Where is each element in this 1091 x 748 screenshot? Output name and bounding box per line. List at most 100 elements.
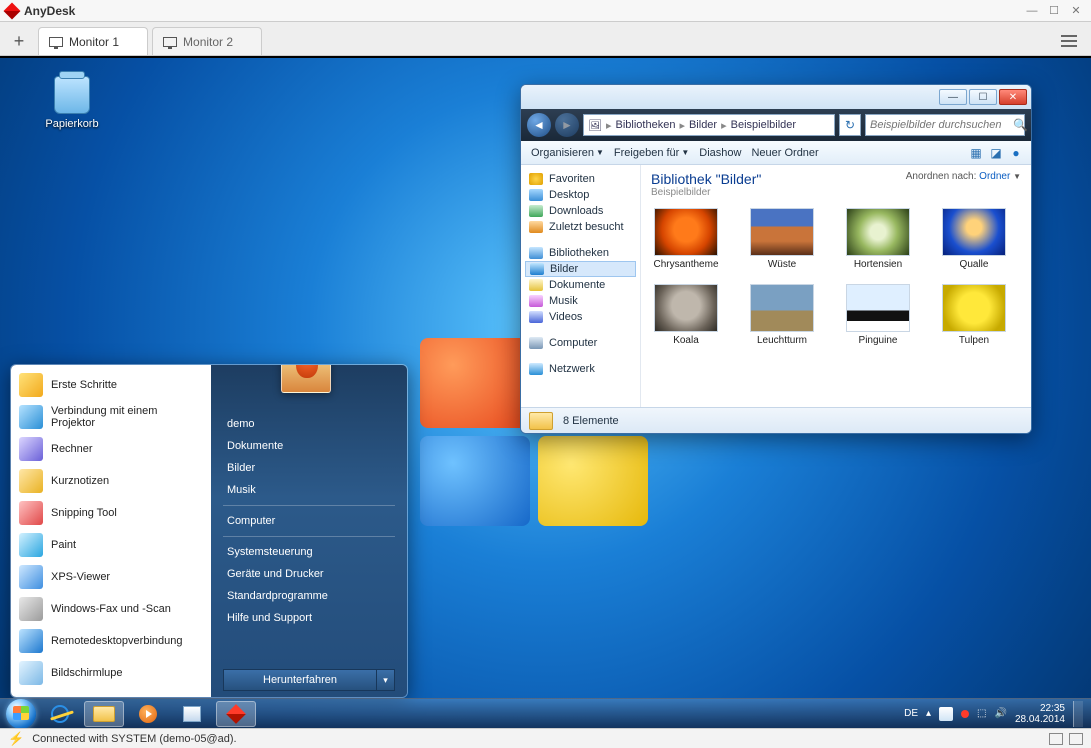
program-icon: [19, 597, 43, 621]
start-menu-item[interactable]: Paint: [11, 529, 211, 561]
sidebar-item-videos[interactable]: Videos: [521, 309, 640, 325]
start-menu-item[interactable]: Rechner: [11, 433, 211, 465]
places-link[interactable]: Bilder: [223, 457, 395, 479]
shutdown-button[interactable]: Herunterfahren: [223, 669, 377, 691]
connection-status: Connected with SYSTEM (demo-05@ad).: [32, 733, 236, 745]
places-link[interactable]: Standardprogramme: [223, 585, 395, 607]
file-item[interactable]: Hortensien: [843, 208, 913, 270]
thumbnail: [654, 208, 718, 256]
file-item[interactable]: Leuchtturm: [747, 284, 817, 346]
sidebar-libraries-header[interactable]: Bibliotheken: [521, 245, 640, 261]
sidebar-item-dokumente[interactable]: Dokumente: [521, 277, 640, 293]
taskbar-item-media-player[interactable]: [128, 701, 168, 727]
start-menu-item[interactable]: Kurznotizen: [11, 465, 211, 497]
sidebar-item-desktop[interactable]: Desktop: [521, 187, 640, 203]
organize-button[interactable]: Organisieren▼: [527, 147, 608, 159]
minimize-button[interactable]: —: [939, 89, 967, 105]
breadcrumb-item[interactable]: Beispielbilder: [731, 119, 796, 131]
preview-pane-button[interactable]: ◪: [987, 145, 1005, 161]
file-label: Pinguine: [859, 335, 898, 346]
menu-button[interactable]: [1055, 27, 1083, 55]
remote-desktop[interactable]: Papierkorb Erste Schritte Verbindung mit…: [0, 56, 1091, 728]
shutdown-options-button[interactable]: ▾: [377, 669, 395, 691]
places-link[interactable]: Musik: [223, 479, 395, 501]
clock[interactable]: 22:35 28.04.2014: [1015, 703, 1065, 725]
slideshow-button[interactable]: Diashow: [695, 147, 745, 159]
anydesk-tab-bar: + Monitor 1 Monitor 2: [0, 22, 1091, 56]
new-tab-button[interactable]: +: [4, 27, 34, 55]
tray-chevron-icon[interactable]: ▴: [926, 708, 931, 719]
file-item[interactable]: Qualle: [939, 208, 1009, 270]
view-button[interactable]: ▦: [967, 145, 985, 161]
maximize-button[interactable]: ☐: [969, 89, 997, 105]
file-item[interactable]: Chrysantheme: [651, 208, 721, 270]
action-center-icon[interactable]: [939, 707, 953, 721]
language-indicator[interactable]: DE: [904, 708, 918, 719]
start-menu-item[interactable]: Windows-Fax und -Scan: [11, 593, 211, 625]
minimize-button[interactable]: —: [1023, 4, 1041, 18]
tray-anydesk-icon[interactable]: [961, 710, 969, 718]
file-item[interactable]: Koala: [651, 284, 721, 346]
status-action-2[interactable]: [1069, 733, 1083, 745]
close-button[interactable]: ✕: [999, 89, 1027, 105]
desktop-icon-recycle-bin[interactable]: Papierkorb: [40, 76, 104, 130]
forward-button[interactable]: ►: [555, 113, 579, 137]
sidebar-item-computer[interactable]: Computer: [521, 335, 640, 351]
places-link[interactable]: Systemsteuerung: [223, 541, 395, 563]
sidebar-item-musik[interactable]: Musik: [521, 293, 640, 309]
user-name-link[interactable]: demo: [223, 413, 395, 435]
breadcrumb[interactable]: 🖼 ▸ Bibliotheken ▸ Bilder ▸ Beispielbild…: [583, 114, 835, 136]
tab-monitor-2[interactable]: Monitor 2: [152, 27, 262, 55]
explorer-search[interactable]: 🔍: [865, 114, 1025, 136]
sidebar-favorites-header[interactable]: Favoriten: [521, 171, 640, 187]
volume-icon[interactable]: 🔊: [994, 708, 1006, 719]
network-icon[interactable]: ⬚: [977, 708, 986, 719]
explorer-content[interactable]: Bibliothek "Bilder" Beispielbilder Anord…: [641, 165, 1031, 407]
app-icon: [183, 706, 201, 722]
start-button[interactable]: [6, 699, 36, 729]
places-link[interactable]: Geräte und Drucker: [223, 563, 395, 585]
sort-by[interactable]: Anordnen nach: Ordner ▼: [906, 171, 1021, 182]
explorer-window[interactable]: — ☐ ✕ ◄ ► 🖼 ▸ Bibliotheken ▸ Bilder ▸ Be…: [520, 84, 1032, 434]
start-menu-item[interactable]: Erste Schritte: [11, 369, 211, 401]
breadcrumb-item[interactable]: Bilder: [689, 119, 717, 131]
sidebar-item-recent[interactable]: Zuletzt besucht: [521, 219, 640, 235]
start-menu-item[interactable]: Remotedesktopverbindung: [11, 625, 211, 657]
start-menu-item[interactable]: XPS-Viewer: [11, 561, 211, 593]
places-link[interactable]: Dokumente: [223, 435, 395, 457]
places-link[interactable]: Computer: [223, 510, 395, 532]
start-menu-item[interactable]: Snipping Tool: [11, 497, 211, 529]
taskbar-item-generic[interactable]: [172, 701, 212, 727]
places-link[interactable]: Hilfe und Support: [223, 607, 395, 629]
file-item[interactable]: Wüste: [747, 208, 817, 270]
sidebar-item-bilder[interactable]: Bilder: [525, 261, 636, 277]
breadcrumb-item[interactable]: Bibliotheken: [616, 119, 676, 131]
user-picture[interactable]: [281, 364, 331, 393]
sidebar-item-network[interactable]: Netzwerk: [521, 361, 640, 377]
back-button[interactable]: ◄: [527, 113, 551, 137]
new-folder-button[interactable]: Neuer Ordner: [747, 147, 822, 159]
file-item[interactable]: Pinguine: [843, 284, 913, 346]
explorer-titlebar[interactable]: — ☐ ✕: [521, 85, 1031, 109]
refresh-button[interactable]: ↻: [839, 114, 861, 136]
recycle-bin-icon: [54, 76, 90, 114]
start-menu-item[interactable]: Bildschirmlupe: [11, 657, 211, 689]
close-button[interactable]: ✕: [1067, 4, 1085, 18]
search-input[interactable]: [870, 119, 1013, 131]
show-desktop-button[interactable]: [1073, 701, 1083, 727]
status-action-1[interactable]: [1049, 733, 1063, 745]
help-button[interactable]: ●: [1007, 145, 1025, 161]
sidebar-item-downloads[interactable]: Downloads: [521, 203, 640, 219]
share-button[interactable]: Freigeben für▼: [610, 147, 693, 159]
taskbar-item-explorer[interactable]: [84, 701, 124, 727]
taskbar-item-ie[interactable]: [40, 701, 80, 727]
maximize-button[interactable]: ☐: [1045, 4, 1063, 18]
explorer-toolbar: Organisieren▼ Freigeben für▼ Diashow Neu…: [521, 141, 1031, 165]
file-item[interactable]: Tulpen: [939, 284, 1009, 346]
search-icon: 🔍: [1013, 118, 1028, 132]
file-label: Wüste: [768, 259, 796, 270]
taskbar-item-anydesk[interactable]: [216, 701, 256, 727]
start-menu-item[interactable]: Verbindung mit einem Projektor: [11, 401, 211, 433]
program-label: Verbindung mit einem Projektor: [51, 405, 203, 429]
tab-monitor-1[interactable]: Monitor 1: [38, 27, 148, 55]
